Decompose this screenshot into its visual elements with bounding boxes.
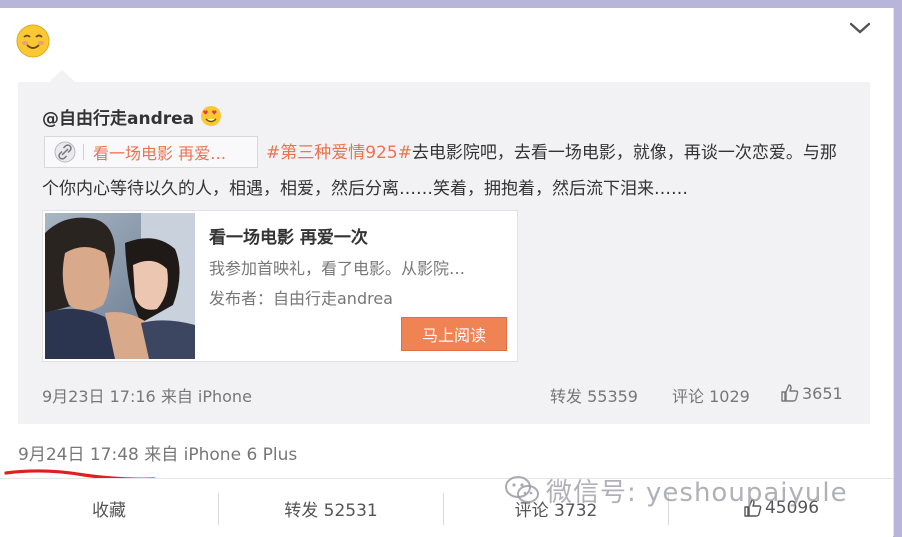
- movie-still-thumbnail[interactable]: [45, 213, 195, 359]
- repost-body: #第三种爱情925#去电影院吧，去看一场电影，就像，再谈一次恋爱。与那个你内心等…: [42, 135, 852, 207]
- repost-repost-count[interactable]: 转发 55359: [550, 383, 638, 407]
- article-description: 我参加首映礼，看了电影。从影院…: [209, 259, 466, 278]
- hashtag-link[interactable]: #第三种爱情925#: [266, 143, 412, 163]
- thumbs-up-icon: [781, 384, 799, 402]
- repost-label: 转发 52531: [284, 500, 378, 521]
- watermark-text: 微信号: yeshoupaiyule: [546, 477, 848, 508]
- article-title[interactable]: 看一场电影 再爱一次: [209, 223, 368, 248]
- chevron-down-icon[interactable]: [846, 14, 874, 42]
- favorite-button[interactable]: 收藏: [0, 479, 218, 537]
- heart-eyes-emoji-icon: [201, 106, 222, 126]
- repost-like-button[interactable]: 3651: [780, 383, 843, 403]
- wechat-logo-icon: [505, 476, 539, 503]
- article-card[interactable]: 看一场电影 再爱一次 我参加首映礼，看了电影。从影院… 发布者：自由行走andr…: [42, 210, 518, 362]
- post-source-prefix: 来自: [144, 445, 179, 465]
- repost-timestamp-source[interactable]: 9月23日 17:16 来自 iPhone: [42, 383, 252, 407]
- wechat-watermark: 微信号: yeshoupaiyule: [504, 472, 848, 508]
- article-publisher: 发布者：自由行走andrea: [209, 289, 393, 308]
- post-timestamp-source: 9月24日 17:48 来自 iPhone 6 Plus: [18, 440, 297, 465]
- repost-stats: 转发 55359 评论 1029 3651: [550, 383, 850, 407]
- read-now-button[interactable]: 马上阅读: [401, 317, 507, 351]
- repost-author[interactable]: @自由行走andrea: [42, 104, 222, 129]
- repost-author-name[interactable]: @自由行走andrea: [42, 104, 194, 129]
- post-source-device[interactable]: iPhone 6 Plus: [184, 445, 298, 465]
- smiling-face-emoji-icon[interactable]: [16, 24, 50, 58]
- repost-body-text: 去电影院吧，去看一场电影，就像，再谈一次恋爱。与那个你内心等待以久的人，相遇，相…: [42, 143, 837, 199]
- repost-like-count: 3651: [802, 383, 843, 403]
- post-timestamp[interactable]: 9月24日 17:48: [18, 445, 139, 465]
- favorite-label: 收藏: [92, 500, 126, 521]
- repost-comment-count[interactable]: 评论 1029: [672, 383, 750, 407]
- repost-button[interactable]: 转发 52531: [219, 479, 443, 537]
- screenshot-page: @自由行走andrea 看一场电影 再爱… #第三种爱情925#去电影院吧，去看…: [0, 0, 902, 537]
